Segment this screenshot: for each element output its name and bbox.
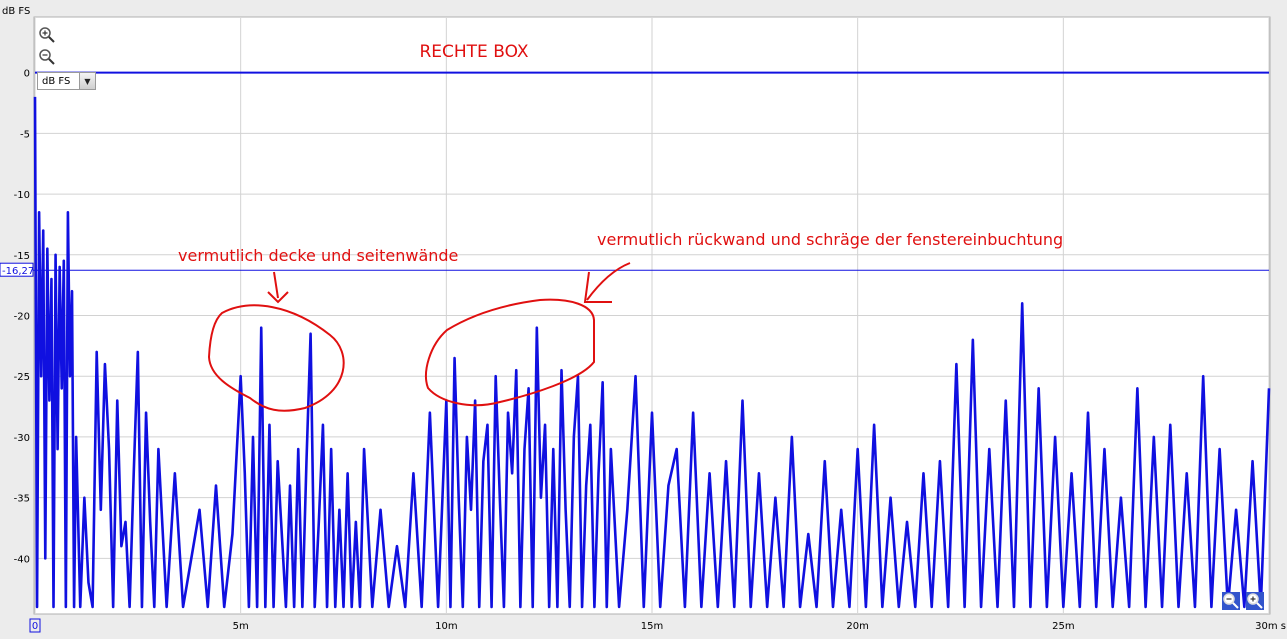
x-zoom-in-icon[interactable] — [1246, 592, 1264, 610]
y-tick-label: -15 — [14, 251, 30, 262]
x-tick-label: 0 — [32, 621, 38, 632]
chart: 0 -5 -10 -15 -20 -25 -30 -35 -40 0 5m 10m 15m 20m 25m… — [0, 0, 1287, 635]
zoom-in-icon[interactable] — [38, 26, 56, 44]
chevron-down-icon[interactable]: ▼ — [79, 73, 95, 89]
y-tick-label: -30 — [14, 433, 30, 444]
x-tick-label: 15m — [641, 621, 663, 632]
unit-select[interactable]: dB FS ▼ — [37, 72, 96, 90]
unit-select-value: dB FS — [42, 75, 71, 87]
y-axis-label: dB FS — [2, 6, 30, 17]
chart-title: RECHTE BOX — [419, 42, 528, 62]
y-tick-label: -20 — [14, 312, 30, 323]
x-tick-label: 5m — [233, 621, 249, 632]
y-tick-label: -5 — [20, 129, 30, 140]
zoom-out-icon[interactable] — [38, 48, 56, 66]
x-zoom-out-icon[interactable] — [1222, 592, 1240, 610]
y-tick-label: -35 — [14, 494, 30, 505]
y-tick-label: -10 — [14, 190, 30, 201]
chart-svg: 0 -5 -10 -15 -20 -25 -30 -35 -40 0 5m 10m 15m 20m 25m… — [0, 6, 1286, 633]
y-tick-label: -25 — [14, 372, 30, 383]
y-tick-label: -40 — [14, 554, 30, 565]
y-tick-label: 0 — [24, 69, 30, 80]
x-tick-label: 20m — [846, 621, 868, 632]
x-tick-label: 25m — [1052, 621, 1074, 632]
annotation-label-2: vermutlich rückwand und schräge der fens… — [597, 230, 1063, 249]
x-tick-label: 30m s — [1255, 621, 1286, 632]
x-tick-label: 10m — [435, 621, 457, 632]
reference-line-label: -16,27 — [2, 266, 34, 277]
annotation-label-1: vermutlich decke und seitenwände — [178, 246, 458, 265]
